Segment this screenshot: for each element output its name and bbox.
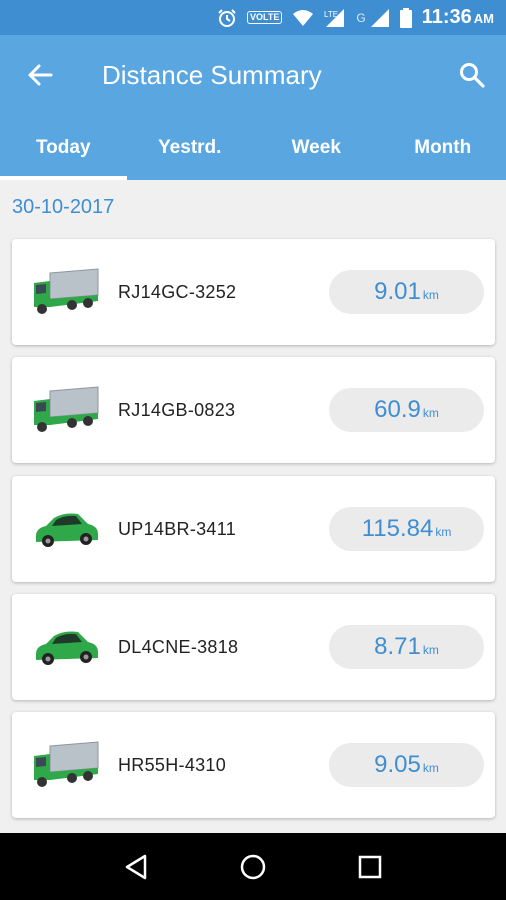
distance-value: 9.05 <box>374 751 421 778</box>
distance-value: 60.9 <box>374 396 421 423</box>
nav-recents-button[interactable] <box>350 847 390 887</box>
distance-badge: 8.71 km <box>329 625 484 669</box>
vehicle-card[interactable]: UP14BR-3411 115.84 km <box>12 476 495 582</box>
car-icon <box>36 631 98 665</box>
distance-unit: km <box>435 525 452 539</box>
page-title: Distance Summary <box>102 60 322 90</box>
vehicle-card[interactable]: RJ14GB-0823 60.9 km <box>12 357 495 463</box>
vehicle-card[interactable]: HR55H-4310 9.05 km <box>12 712 495 818</box>
app-bar: Distance Summary Today Yestrd. Week Mont… <box>0 35 506 180</box>
clock: 11:36 AM <box>422 6 494 29</box>
distance-badge: 9.05 km <box>329 743 484 787</box>
toolbar: Distance Summary <box>0 35 506 115</box>
distance-value: 9.01 <box>374 278 421 305</box>
tab-week[interactable]: Week <box>253 115 380 180</box>
square-recents-icon <box>358 855 381 878</box>
system-nav-bar <box>0 833 506 900</box>
tab-yesterday[interactable]: Yestrd. <box>127 115 254 180</box>
date-label: 30-10-2017 <box>12 196 115 218</box>
svg-text:LTE: LTE <box>324 10 338 19</box>
truck-icon <box>34 741 99 787</box>
ampm-text: AM <box>473 11 494 26</box>
time-text: 11:36 <box>421 6 472 28</box>
triangle-back-icon <box>126 854 147 879</box>
arrow-back-icon <box>28 64 53 86</box>
volte-badge: VOLTE <box>247 11 283 24</box>
distance-unit: km <box>422 288 439 302</box>
back-button[interactable] <box>22 57 58 93</box>
distance-unit: km <box>422 406 439 420</box>
distance-value: 8.71 <box>374 633 421 660</box>
circle-home-icon <box>240 854 266 879</box>
wifi-icon <box>292 9 314 27</box>
tab-bar: Today Yestrd. Week Month <box>0 115 506 180</box>
vehicle-card[interactable]: DL4CNE-3818 8.71 km <box>12 594 495 700</box>
tab-today[interactable]: Today <box>0 115 127 180</box>
nav-home-button[interactable] <box>233 847 273 887</box>
distance-badge: 115.84 km <box>329 507 484 551</box>
vehicle-plate: HR55H-4310 <box>118 754 227 775</box>
distance-badge: 60.9 km <box>329 388 484 432</box>
signal-icon <box>370 8 390 28</box>
signal-lte-icon: LTE <box>324 8 346 28</box>
status-bar: VOLTE LTE G 11:36 AM <box>0 0 506 35</box>
car-icon <box>36 513 98 547</box>
distance-unit: km <box>422 761 439 775</box>
truck-icon <box>34 268 99 314</box>
search-button[interactable] <box>454 57 490 93</box>
vehicle-plate: DL4CNE-3818 <box>118 636 239 657</box>
vehicle-card[interactable]: RJ14GC-3252 9.01 km <box>12 239 495 345</box>
truck-icon <box>34 386 99 432</box>
vehicle-plate: RJ14GC-3252 <box>118 281 237 302</box>
vehicle-plate: RJ14GB-0823 <box>118 399 236 420</box>
distance-badge: 9.01 km <box>329 270 484 314</box>
tab-month[interactable]: Month <box>380 115 506 180</box>
g-network-label: G <box>356 10 366 25</box>
distance-unit: km <box>422 643 439 657</box>
nav-back-button[interactable] <box>116 847 156 887</box>
vehicle-plate: UP14BR-3411 <box>118 518 237 539</box>
search-icon <box>460 63 485 88</box>
battery-icon <box>399 7 412 28</box>
alarm-icon <box>217 8 237 28</box>
distance-value: 115.84 <box>361 515 434 542</box>
